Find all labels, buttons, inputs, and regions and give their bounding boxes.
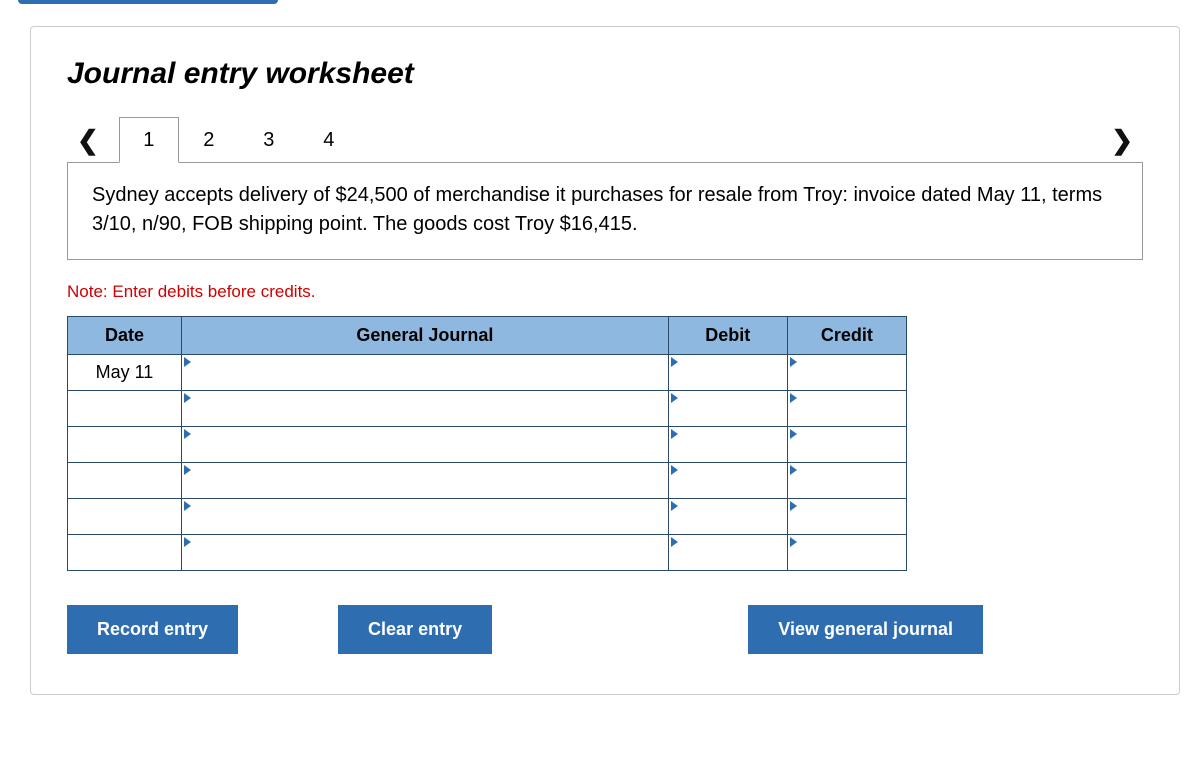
header-date: Date [68, 317, 182, 355]
date-cell[interactable] [68, 391, 182, 427]
debit-cell[interactable] [668, 391, 787, 427]
date-cell[interactable]: May 11 [68, 355, 182, 391]
debit-cell[interactable] [668, 463, 787, 499]
credit-cell[interactable] [787, 427, 906, 463]
header-credit: Credit [787, 317, 906, 355]
table-row [68, 499, 907, 535]
page-title: Journal entry worksheet [67, 57, 1143, 91]
gj-cell[interactable] [181, 391, 668, 427]
tab-2[interactable]: 2 [179, 117, 239, 163]
gj-cell[interactable] [181, 427, 668, 463]
credit-cell[interactable] [787, 535, 906, 571]
credit-cell[interactable] [787, 463, 906, 499]
clear-entry-button[interactable]: Clear entry [338, 605, 492, 654]
table-row [68, 391, 907, 427]
transaction-description: Sydney accepts delivery of $24,500 of me… [67, 162, 1143, 260]
tabs-left-group: ❮ 1 2 3 4 [67, 117, 359, 163]
credit-cell[interactable] [787, 355, 906, 391]
next-chevron-icon[interactable]: ❯ [1101, 119, 1143, 162]
debit-cell[interactable] [668, 355, 787, 391]
gj-cell[interactable] [181, 499, 668, 535]
gj-cell[interactable] [181, 535, 668, 571]
table-row: May 11 [68, 355, 907, 391]
tabs-row: ❮ 1 2 3 4 ❯ [67, 117, 1143, 163]
gj-cell[interactable] [181, 463, 668, 499]
note-text: Note: Enter debits before credits. [67, 282, 1143, 302]
prev-chevron-icon[interactable]: ❮ [67, 119, 109, 162]
tab-1[interactable]: 1 [119, 117, 179, 163]
tab-4[interactable]: 4 [299, 117, 359, 163]
debit-cell[interactable] [668, 499, 787, 535]
date-cell[interactable] [68, 463, 182, 499]
button-row: Record entry Clear entry View general jo… [67, 605, 983, 654]
journal-table: Date General Journal Debit Credit May 11 [67, 316, 907, 571]
gj-cell[interactable] [181, 355, 668, 391]
tab-3[interactable]: 3 [239, 117, 299, 163]
table-row [68, 463, 907, 499]
date-cell[interactable] [68, 427, 182, 463]
date-cell[interactable] [68, 535, 182, 571]
credit-cell[interactable] [787, 391, 906, 427]
top-accent-bar [18, 0, 278, 4]
header-general-journal: General Journal [181, 317, 668, 355]
record-entry-button[interactable]: Record entry [67, 605, 238, 654]
tabs-list: 1 2 3 4 [119, 117, 359, 163]
view-general-journal-button[interactable]: View general journal [748, 605, 983, 654]
table-row [68, 535, 907, 571]
button-left-group: Record entry Clear entry [67, 605, 492, 654]
worksheet-card: Journal entry worksheet ❮ 1 2 3 4 ❯ Sydn… [30, 26, 1180, 695]
debit-cell[interactable] [668, 427, 787, 463]
table-row [68, 427, 907, 463]
header-debit: Debit [668, 317, 787, 355]
debit-cell[interactable] [668, 535, 787, 571]
credit-cell[interactable] [787, 499, 906, 535]
date-cell[interactable] [68, 499, 182, 535]
